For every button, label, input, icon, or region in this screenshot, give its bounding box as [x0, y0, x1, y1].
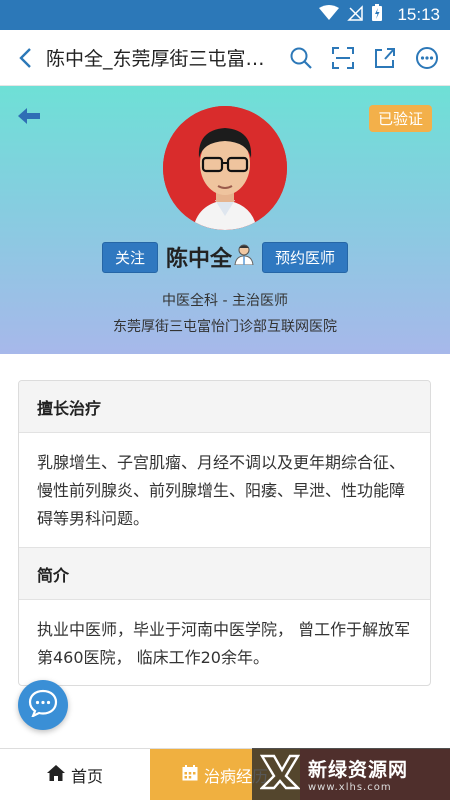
battery-icon [371, 4, 383, 26]
more-icon[interactable] [414, 45, 440, 71]
watermark-logo [259, 752, 301, 796]
chat-button[interactable] [18, 680, 68, 730]
doctor-avatar [163, 106, 287, 230]
scan-icon[interactable] [330, 45, 356, 71]
nav-home[interactable]: 首页 [0, 749, 150, 800]
clock: 15:13 [397, 5, 440, 24]
info-card: 擅长治疗 乳腺增生、子宫肌瘤、月经不调以及更年期综合征、慢性前列腺炎、前列腺增生… [18, 380, 431, 686]
hospital-name: 东莞厚街三屯富怡门诊部互联网医院 [113, 319, 337, 335]
home-icon [46, 764, 65, 785]
status-bar: 15:13 [0, 0, 450, 30]
name-row: 关注 陈中全 预约医师 [0, 241, 450, 273]
doctor-name: 陈中全 [165, 247, 232, 272]
signal-icon [347, 5, 364, 25]
specialty-heading: 擅长治疗 [19, 381, 430, 433]
chat-bubble-icon [28, 689, 58, 721]
doctor-header: 已验证 关注 陈中全 预约医师 中医全科 - 主治医师 东莞厚街三屯富怡门诊部互… [0, 86, 450, 354]
nav-home-label: 首页 [70, 766, 103, 786]
verified-badge: 已验证 [368, 105, 432, 132]
department-title: 中医全科 - 主治医师 [162, 293, 288, 309]
follow-button[interactable]: 关注 [101, 241, 158, 273]
watermark-title: 新绿资源网 [308, 759, 409, 781]
search-icon[interactable] [288, 45, 314, 71]
share-icon[interactable] [372, 45, 398, 71]
intro-text: 执业中医师，毕业于河南中医学院， 曾工作于解放军第460医院， 临床工作20余年… [37, 620, 411, 667]
doctor-icon [234, 243, 254, 271]
back-arrow-icon[interactable] [18, 108, 40, 128]
back-chevron-icon[interactable] [10, 47, 40, 69]
watermark: 新绿资源网 www.xlhs.com [252, 748, 450, 800]
book-doctor-button[interactable]: 预约医师 [262, 241, 349, 273]
watermark-url: www.xlhs.com [308, 782, 392, 793]
intro-heading: 简介 [19, 548, 430, 600]
page-title: 陈中全_东莞厚街三屯富… [46, 48, 265, 70]
specialty-text: 乳腺增生、子宫肌瘤、月经不调以及更年期综合征、慢性前列腺炎、前列腺增生、阳痿、早… [19, 433, 430, 548]
browser-toolbar: 陈中全_东莞厚街三屯富… [0, 30, 450, 86]
calendar-icon [182, 764, 198, 785]
doctor-name-wrap: 陈中全 [166, 241, 254, 273]
wifi-icon [319, 5, 340, 25]
